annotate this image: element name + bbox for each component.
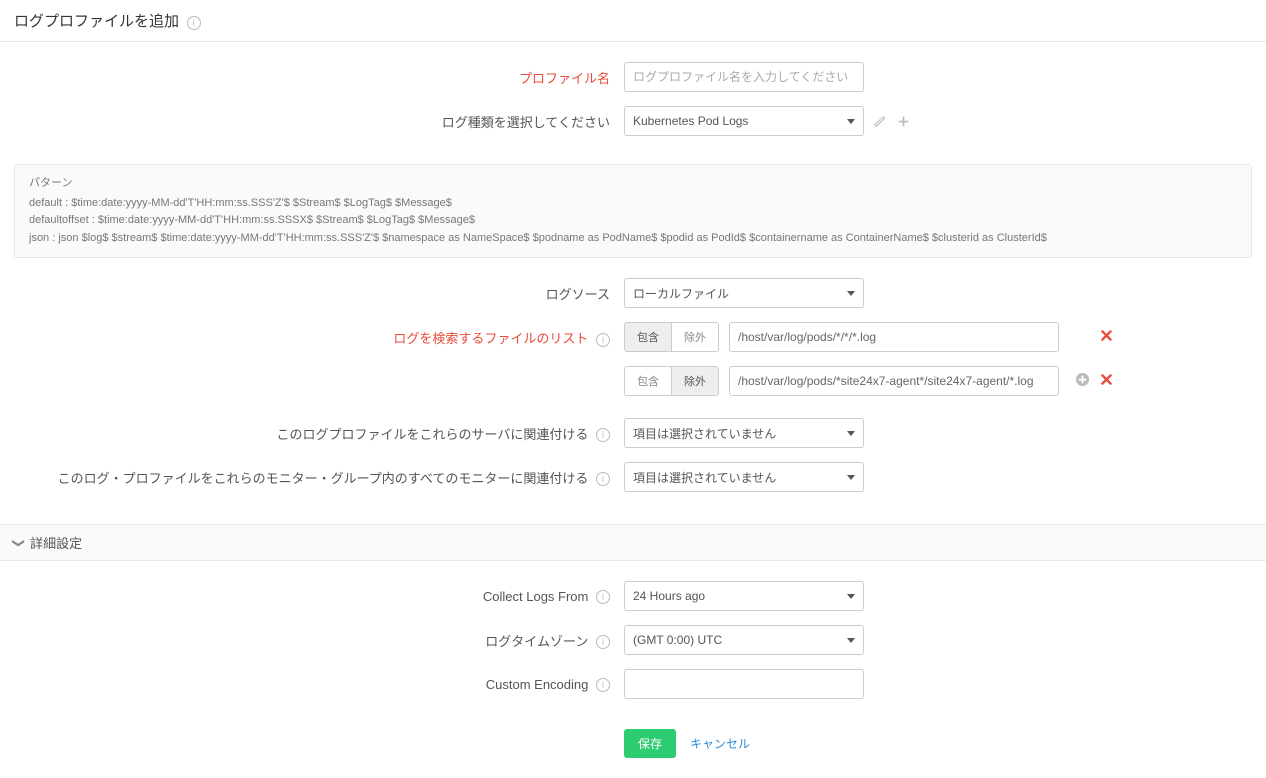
file-path-input[interactable] [729, 366, 1059, 396]
timezone-value: (GMT 0:00) UTC [633, 633, 722, 647]
log-source-value: ローカルファイル [633, 285, 729, 302]
label-log-type: ログ種類を選択してください [14, 112, 624, 131]
log-type-select[interactable]: Kubernetes Pod Logs [624, 106, 864, 136]
log-source-select[interactable]: ローカルファイル [624, 278, 864, 308]
file-row: 包含 除外 [624, 366, 1113, 396]
label-timezone: ログタイムゾーン [485, 634, 588, 649]
info-icon[interactable]: i [596, 678, 610, 692]
timezone-select[interactable]: (GMT 0:00) UTC [624, 625, 864, 655]
info-icon[interactable]: i [596, 333, 610, 347]
page-title: ログプロファイルを追加 [14, 10, 179, 31]
profile-name-input[interactable] [624, 62, 864, 92]
advanced-section-title: 詳細設定 [30, 533, 82, 552]
include-exclude-toggle[interactable]: 包含 除外 [624, 366, 719, 396]
exclude-button[interactable]: 除外 [671, 367, 718, 395]
label-encoding: Custom Encoding [486, 677, 589, 692]
label-assoc-groups: このログ・プロファイルをこれらのモニター・グループ内のすべてのモニターに関連付け… [58, 471, 589, 486]
pencil-icon[interactable] [870, 112, 888, 130]
info-icon[interactable]: i [596, 635, 610, 649]
label-log-source: ログソース [14, 284, 624, 303]
file-row: 包含 除外 [624, 322, 1113, 352]
pattern-line: json : json $log$ $stream$ $time:date:yy… [29, 230, 1237, 248]
advanced-section-header[interactable]: ❯ 詳細設定 [0, 524, 1266, 561]
include-button[interactable]: 包含 [625, 323, 671, 351]
pattern-line: default : $time:date:yyyy-MM-dd'T'HH:mm:… [29, 195, 1237, 213]
label-profile-name: プロファイル名 [14, 68, 624, 87]
cancel-button[interactable]: キャンセル [690, 735, 750, 752]
pattern-line: defaultoffset : $time:date:yyyy-MM-dd'T'… [29, 212, 1237, 230]
assoc-servers-value: 項目は選択されていません [633, 425, 776, 442]
caret-down-icon [847, 475, 855, 480]
pattern-box: パターン default : $time:date:yyyy-MM-dd'T'H… [14, 164, 1252, 258]
label-assoc-servers: このログプロファイルをこれらのサーバに関連付ける [277, 427, 589, 442]
collect-from-value: 24 Hours ago [633, 589, 705, 603]
remove-row-icon[interactable] [1100, 329, 1113, 345]
collect-from-select[interactable]: 24 Hours ago [624, 581, 864, 611]
assoc-servers-select[interactable]: 項目は選択されていません [624, 418, 864, 448]
include-button[interactable]: 包含 [625, 367, 671, 395]
caret-down-icon [847, 594, 855, 599]
exclude-button[interactable]: 除外 [671, 323, 718, 351]
assoc-groups-select[interactable]: 項目は選択されていません [624, 462, 864, 492]
encoding-input[interactable] [624, 669, 864, 699]
save-button[interactable]: 保存 [624, 729, 676, 758]
label-collect-from: Collect Logs From [483, 589, 588, 604]
chevron-down-icon: ❯ [12, 538, 26, 548]
info-icon[interactable]: i [596, 428, 610, 442]
remove-row-icon[interactable] [1100, 373, 1113, 389]
include-exclude-toggle[interactable]: 包含 除外 [624, 322, 719, 352]
pattern-title: パターン [29, 175, 1237, 193]
info-icon[interactable]: i [596, 472, 610, 486]
info-icon[interactable]: i [187, 16, 201, 30]
assoc-groups-value: 項目は選択されていません [633, 469, 776, 486]
label-file-list: ログを検索するファイルのリスト [393, 331, 588, 346]
file-path-input[interactable] [729, 322, 1059, 352]
caret-down-icon [847, 291, 855, 296]
plus-icon[interactable] [894, 112, 912, 130]
info-icon[interactable]: i [596, 590, 610, 604]
caret-down-icon [847, 119, 855, 124]
add-row-icon[interactable] [1075, 372, 1090, 391]
caret-down-icon [847, 638, 855, 643]
log-type-value: Kubernetes Pod Logs [633, 114, 748, 128]
caret-down-icon [847, 431, 855, 436]
